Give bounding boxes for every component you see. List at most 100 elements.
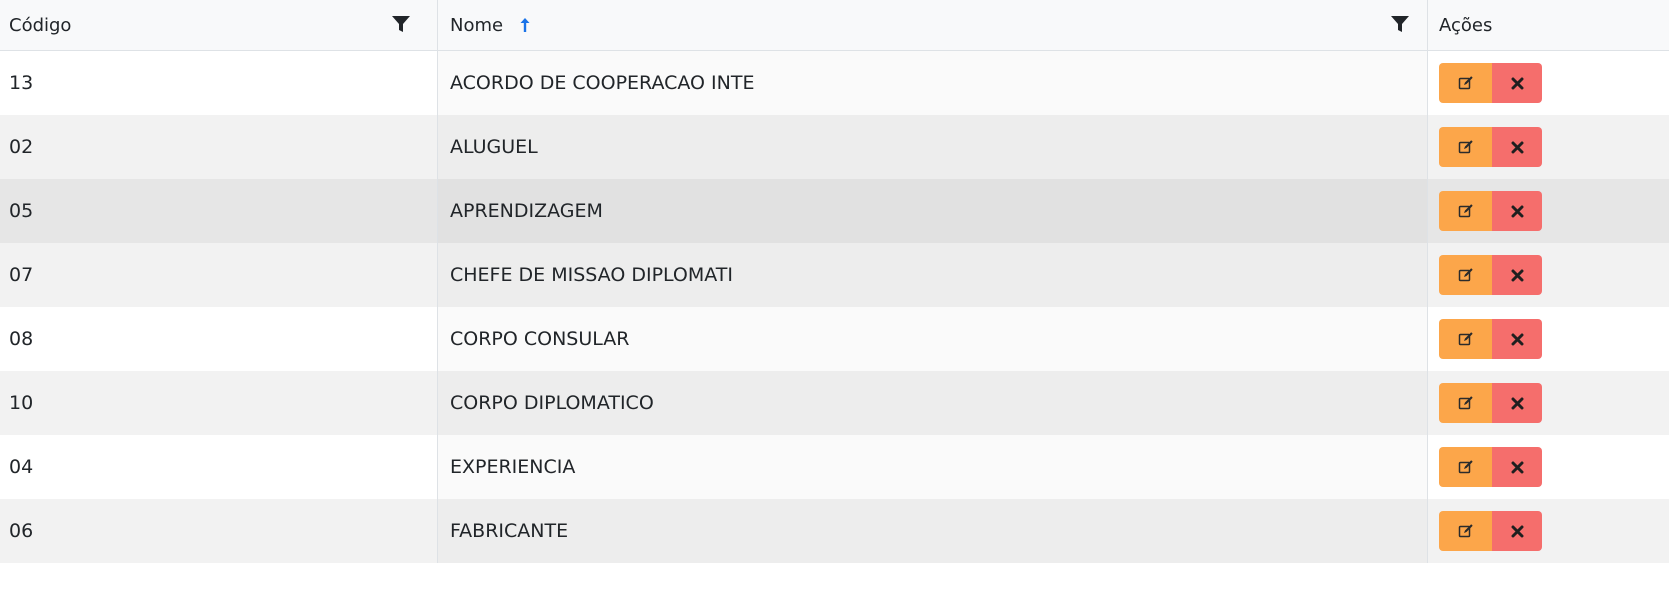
edit-button[interactable] (1439, 191, 1492, 231)
cell-code: 02 (0, 115, 437, 179)
code-value: 05 (9, 200, 34, 222)
table-row[interactable]: 05 APRENDIZAGEM (0, 179, 1669, 243)
code-value: 07 (9, 264, 34, 286)
edit-button[interactable] (1439, 447, 1492, 487)
cell-name: EXPERIENCIA (437, 435, 1427, 499)
edit-icon (1458, 395, 1474, 411)
cell-actions (1427, 371, 1669, 435)
cell-code: 10 (0, 371, 437, 435)
delete-button[interactable] (1492, 63, 1542, 103)
cell-name: CHEFE DE MISSAO DIPLOMATI (437, 243, 1427, 307)
table-header: Código Nome Ações (0, 0, 1669, 51)
cell-code: 07 (0, 243, 437, 307)
edit-icon (1458, 75, 1474, 91)
cell-code: 08 (0, 307, 437, 371)
data-table: Código Nome Ações 13 ACORDO DE COOPERACA… (0, 0, 1669, 563)
table-row[interactable]: 06 FABRICANTE (0, 499, 1669, 563)
close-icon (1511, 397, 1524, 410)
action-buttons (1439, 127, 1542, 167)
cell-actions (1427, 307, 1669, 371)
edit-icon (1458, 267, 1474, 283)
action-buttons (1439, 191, 1542, 231)
action-buttons (1439, 383, 1542, 423)
cell-name: ACORDO DE COOPERACAO INTE (437, 51, 1427, 115)
header-cell-code[interactable]: Código (0, 0, 437, 50)
close-icon (1511, 141, 1524, 154)
edit-button[interactable] (1439, 127, 1492, 167)
filter-icon[interactable] (1391, 15, 1409, 33)
name-value: ALUGUEL (450, 136, 538, 158)
cell-actions (1427, 435, 1669, 499)
name-value: APRENDIZAGEM (450, 200, 603, 222)
header-label-actions: Ações (1439, 14, 1493, 36)
edit-icon (1458, 459, 1474, 475)
code-value: 10 (9, 392, 34, 414)
arrow-up-icon[interactable] (519, 16, 531, 34)
close-icon (1511, 269, 1524, 282)
action-buttons (1439, 255, 1542, 295)
cell-name: FABRICANTE (437, 499, 1427, 563)
edit-button[interactable] (1439, 511, 1492, 551)
header-cell-name[interactable]: Nome (437, 0, 1427, 50)
cell-actions (1427, 115, 1669, 179)
code-value: 06 (9, 520, 34, 542)
header-label-name: Nome (450, 14, 504, 36)
close-icon (1511, 77, 1524, 90)
cell-actions (1427, 499, 1669, 563)
name-value: EXPERIENCIA (450, 456, 576, 478)
close-icon (1511, 205, 1524, 218)
cell-name: CORPO DIPLOMATICO (437, 371, 1427, 435)
name-value: CORPO CONSULAR (450, 328, 630, 350)
cell-code: 04 (0, 435, 437, 499)
edit-icon (1458, 139, 1474, 155)
edit-icon (1458, 523, 1474, 539)
table-row[interactable]: 02 ALUGUEL (0, 115, 1669, 179)
delete-button[interactable] (1492, 127, 1542, 167)
header-cell-actions: Ações (1427, 0, 1669, 50)
action-buttons (1439, 319, 1542, 359)
name-value: ACORDO DE COOPERACAO INTE (450, 72, 755, 94)
cell-name: APRENDIZAGEM (437, 179, 1427, 243)
cell-actions (1427, 179, 1669, 243)
delete-button[interactable] (1492, 447, 1542, 487)
table-row[interactable]: 04 EXPERIENCIA (0, 435, 1669, 499)
cell-code: 06 (0, 499, 437, 563)
cell-name: CORPO CONSULAR (437, 307, 1427, 371)
table-row[interactable]: 08 CORPO CONSULAR (0, 307, 1669, 371)
close-icon (1511, 461, 1524, 474)
delete-button[interactable] (1492, 191, 1542, 231)
cell-actions (1427, 243, 1669, 307)
filter-icon[interactable] (392, 15, 410, 33)
delete-button[interactable] (1492, 511, 1542, 551)
code-value: 04 (9, 456, 34, 478)
action-buttons (1439, 63, 1542, 103)
cell-actions (1427, 51, 1669, 115)
delete-button[interactable] (1492, 383, 1542, 423)
action-buttons (1439, 511, 1542, 551)
edit-button[interactable] (1439, 319, 1492, 359)
close-icon (1511, 333, 1524, 346)
delete-button[interactable] (1492, 319, 1542, 359)
cell-code: 05 (0, 179, 437, 243)
cell-code: 13 (0, 51, 437, 115)
edit-icon (1458, 203, 1474, 219)
table-row[interactable]: 07 CHEFE DE MISSAO DIPLOMATI (0, 243, 1669, 307)
code-value: 08 (9, 328, 34, 350)
delete-button[interactable] (1492, 255, 1542, 295)
name-value: FABRICANTE (450, 520, 569, 542)
table-row[interactable]: 13 ACORDO DE COOPERACAO INTE (0, 51, 1669, 115)
edit-button[interactable] (1439, 255, 1492, 295)
edit-button[interactable] (1439, 63, 1492, 103)
action-buttons (1439, 447, 1542, 487)
edit-icon (1458, 331, 1474, 347)
cell-name: ALUGUEL (437, 115, 1427, 179)
table-body: 13 ACORDO DE COOPERACAO INTE 02 ALUGUEL (0, 51, 1669, 563)
name-value: CORPO DIPLOMATICO (450, 392, 654, 414)
close-icon (1511, 525, 1524, 538)
header-label-code: Código (9, 14, 72, 36)
code-value: 13 (9, 72, 34, 94)
table-row[interactable]: 10 CORPO DIPLOMATICO (0, 371, 1669, 435)
edit-button[interactable] (1439, 383, 1492, 423)
name-value: CHEFE DE MISSAO DIPLOMATI (450, 264, 734, 286)
code-value: 02 (9, 136, 34, 158)
